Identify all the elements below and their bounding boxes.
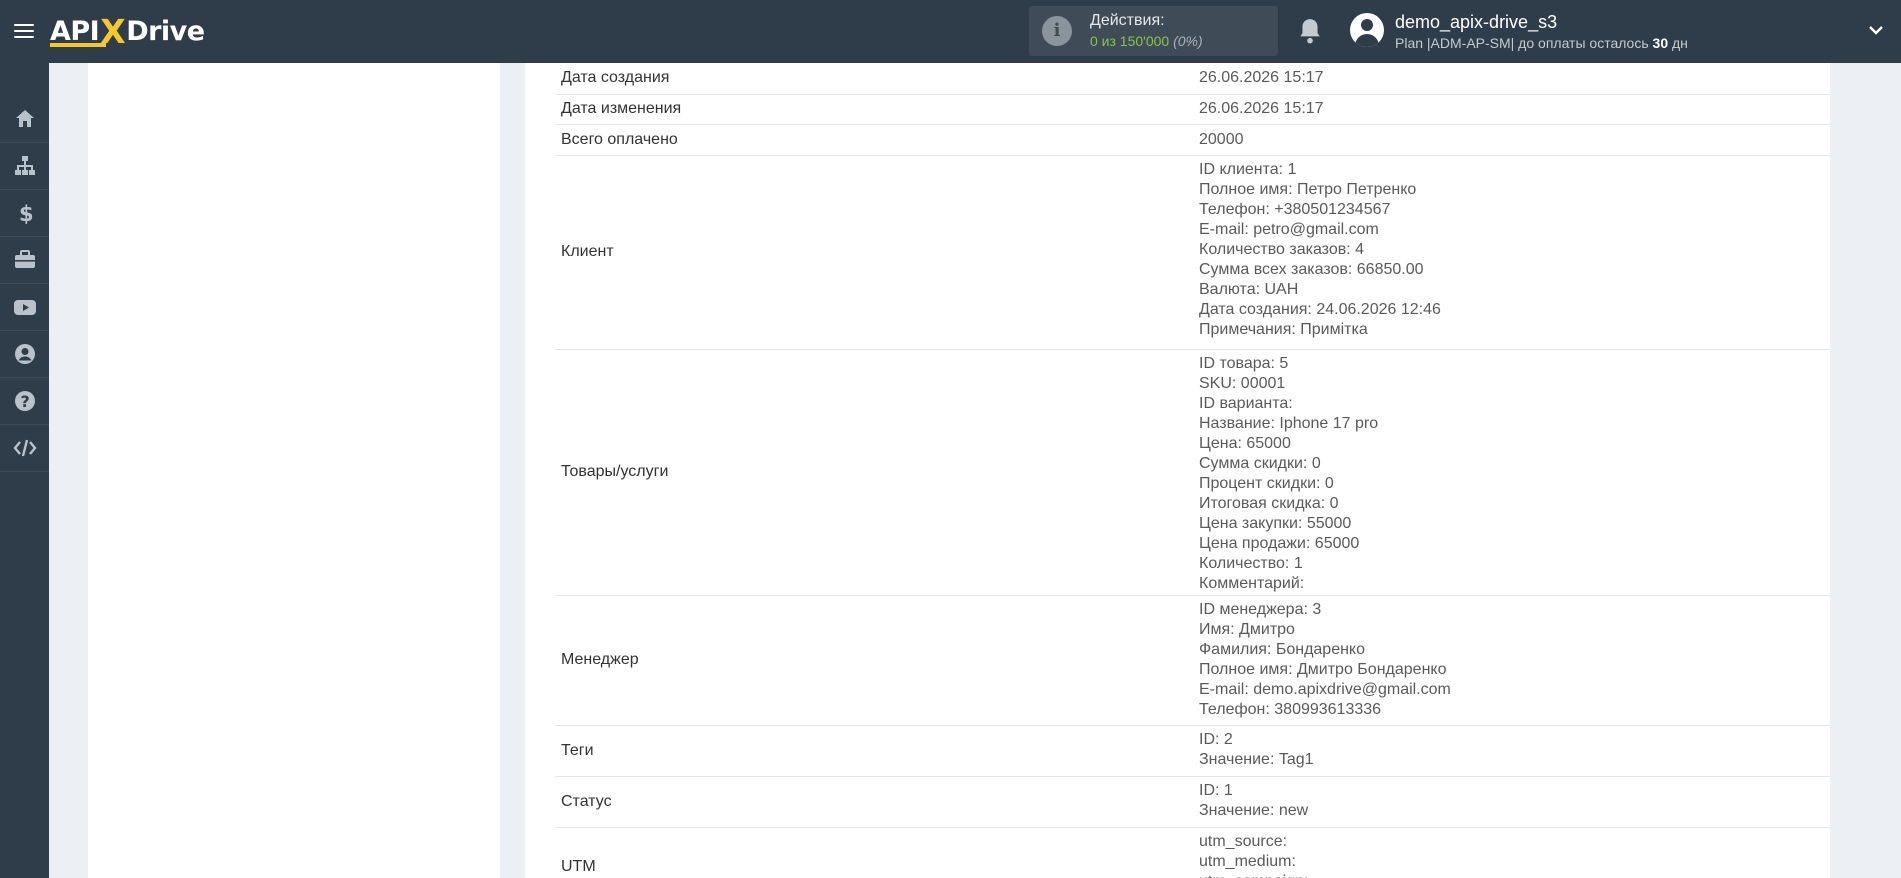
value-line: utm_medium: (1199, 852, 1296, 870)
value-line: 26.06.2026 15:17 (1199, 100, 1324, 117)
value-line: Итоговая скидка: 0 (1199, 494, 1339, 512)
value-line: Валюта: UAH (1199, 280, 1299, 298)
table-row: Товары/услуги ID товара: 5 SKU: 00001 ID ва… (555, 349, 1830, 596)
value-line: Название: Iphone 17 pro (1199, 414, 1379, 432)
value-line: Полное имя: Дмитро Бондаренко (1199, 660, 1447, 678)
dollar-icon[interactable]: $ (0, 190, 49, 237)
row-value: utm_source: utm_medium: utm_campaign: (1193, 827, 1830, 878)
value-line: Цена продажи: 65000 (1199, 534, 1360, 552)
row-value: 26.06.2026 15:17 (1193, 94, 1830, 125)
value-line: utm_source: (1199, 832, 1288, 850)
table-row: Статус ID: 1 Значение: new (555, 776, 1830, 828)
value-line: SKU: 00001 (1199, 374, 1286, 392)
table-row: Дата создания 26.06.2026 15:17 (555, 63, 1830, 95)
value-line: Цена закупки: 55000 (1199, 514, 1352, 532)
value-line: 20000 (1199, 130, 1244, 148)
user-plan: Plan |ADM-AP-SM| до оплаты осталось 30 д… (1395, 35, 1688, 51)
row-value: 20000 (1193, 124, 1830, 156)
value-line: Сумма всех заказов: 66850.00 (1199, 260, 1424, 278)
value-line: Значение: new (1199, 801, 1309, 819)
briefcase-icon[interactable] (0, 237, 49, 284)
row-value: ID клиента: 1 Полное имя: Петро Петренко Т… (1193, 155, 1830, 350)
sitemap-icon[interactable] (0, 143, 49, 190)
value-line: ID менеджера: 3 (1199, 600, 1322, 618)
logo-api: API (50, 15, 100, 47)
chevron-down-icon[interactable] (1868, 22, 1884, 38)
logo-underline (50, 43, 106, 47)
row-key: UTM (555, 827, 1193, 878)
value-line: Дата создания: 24.06.2026 12:46 (1199, 300, 1441, 318)
menu-icon[interactable] (14, 20, 34, 40)
value-line: E-mail: petro@gmail.com (1199, 220, 1379, 238)
value-line: Фамилия: Бондаренко (1199, 640, 1366, 658)
plan-days: 30 (1652, 35, 1669, 51)
row-key: Всего оплачено (555, 124, 1193, 156)
value-line: Количество: 1 (1199, 554, 1303, 572)
value-line: ID товара: 5 (1199, 354, 1289, 372)
value-line: ID варианта: (1199, 394, 1293, 412)
table-row: Менеджер ID менеджера: 3 Имя: Дмитро Фамили… (555, 595, 1830, 726)
table-row: Дата изменения 26.06.2026 15:17 (555, 94, 1830, 125)
value-line: Сумма скидки: 0 (1199, 454, 1321, 472)
row-value: ID: 2 Значение: Tag1 (1193, 725, 1830, 777)
user-name[interactable]: demo_apix-drive_s3 (1395, 12, 1557, 33)
plan-days-suffix: дн (1668, 35, 1688, 51)
svg-text:?: ? (20, 392, 29, 411)
row-key: Дата создания (555, 63, 1193, 95)
row-value: 26.06.2026 15:17 (1193, 63, 1830, 95)
row-key: Дата изменения (555, 94, 1193, 125)
actions-count: 0 из 150'000 (0%) (1090, 33, 1203, 49)
value-line: Телефон: 380993613336 (1199, 700, 1382, 718)
question-icon[interactable]: ? (0, 378, 49, 425)
actions-counter[interactable]: i Действия: 0 из 150'000 (0%) (1029, 6, 1278, 56)
table-row: Клиент ID клиента: 1 Полное имя: Петро Пет… (555, 155, 1830, 350)
row-value: ID товара: 5 SKU: 00001 ID варианта: Назван… (1193, 349, 1830, 596)
row-key: Статус (555, 776, 1193, 828)
table-row: Всего оплачено 20000 (555, 124, 1830, 156)
sidebar: $ ? (0, 63, 49, 878)
plan-text: Plan |ADM-AP-SM| до оплаты осталось (1395, 35, 1653, 51)
value-line: Значение: Tag1 (1199, 750, 1314, 768)
value-line: Процент скидки: 0 (1199, 474, 1334, 492)
row-key: Менеджер (555, 595, 1193, 726)
value-line: 26.06.2026 15:17 (1199, 69, 1324, 87)
avatar[interactable] (1350, 13, 1384, 47)
row-key: Товары/услуги (555, 349, 1193, 596)
table-row: UTM utm_source: utm_medium: utm_campaign: (555, 827, 1830, 878)
data-table: Дата создания 26.06.2026 15:17 Дата измене… (555, 63, 1830, 878)
value-line: utm_campaign: (1199, 872, 1825, 878)
code-icon[interactable] (0, 425, 49, 472)
logo-drive: Drive (126, 15, 205, 47)
bell-icon[interactable] (1297, 17, 1323, 45)
value-line: Имя: Дмитро (1199, 620, 1295, 638)
table-row: Теги ID: 2 Значение: Tag1 (555, 725, 1830, 777)
value-line: Примечания: Примітка (1199, 320, 1368, 338)
home-icon[interactable] (0, 96, 49, 143)
value-line: Цена: 65000 (1199, 434, 1291, 452)
svg-text:$: $ (19, 202, 34, 225)
youtube-icon[interactable] (0, 284, 49, 331)
value-line: Телефон: +380501234567 (1199, 200, 1391, 218)
value-line: ID клиента: 1 (1199, 160, 1297, 178)
user-circle-icon[interactable] (0, 331, 49, 378)
row-value: ID: 1 Значение: new (1193, 776, 1830, 828)
value-line: ID: 1 (1199, 781, 1233, 799)
data-panel: Дата создания 26.06.2026 15:17 Дата измене… (525, 63, 1830, 878)
value-line: E-mail: demo.apixdrive@gmail.com (1199, 680, 1451, 698)
row-value: ID менеджера: 3 Имя: Дмитро Фамилия: Бонда… (1193, 595, 1830, 726)
info-icon: i (1042, 16, 1072, 46)
actions-count-value: 0 из 150'000 (1090, 33, 1170, 49)
row-key: Клиент (555, 155, 1193, 350)
value-line: Полное имя: Петро Петренко (1199, 180, 1417, 198)
value-line: ID: 2 (1199, 730, 1233, 748)
logo[interactable]: API X Drive (50, 11, 205, 51)
actions-percent: (0%) (1173, 33, 1203, 49)
top-bar: API X Drive i Действия: 0 из 150'000 (0%) … (0, 0, 1901, 63)
value-line: Комментарий: (1199, 574, 1305, 592)
actions-label: Действия: (1090, 12, 1165, 29)
value-line: Количество заказов: 4 (1199, 240, 1365, 258)
left-panel (88, 63, 500, 878)
row-key: Теги (555, 725, 1193, 777)
